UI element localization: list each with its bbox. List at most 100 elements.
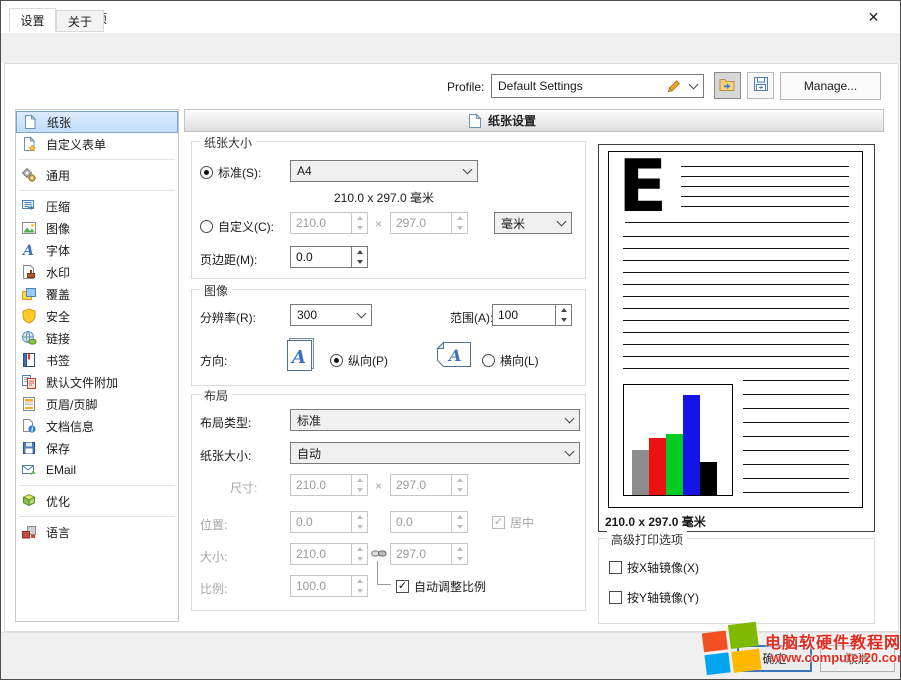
profile-combo[interactable]: Default Settings [491,74,704,98]
sidebar-separator [19,485,175,486]
layout-type-combo[interactable]: 标准 [290,409,580,431]
cancel-button[interactable]: 取消 [820,645,895,672]
file-attach-icon [21,374,37,390]
section-header-title: 纸张设置 [488,112,536,129]
mirror-x-checkbox[interactable]: 按X轴镜像(X) [609,559,699,576]
close-button[interactable]: ✕ [846,1,901,33]
spinner [351,213,367,233]
ok-button[interactable]: 确定 [737,645,812,672]
preview-dimensions-label: 210.0 x 297.0 毫米 [605,513,706,530]
close-icon: ✕ [868,9,880,26]
scale-label: 比例: [200,580,227,597]
sidebar-item-image[interactable]: 图像 [16,217,178,239]
sidebar-item-save[interactable]: 保存 [16,437,178,459]
folder-open-icon [719,77,736,95]
preview-page: E [608,151,863,508]
custom-width-input [291,213,351,233]
size-label: 尺寸: [230,479,257,496]
spinner[interactable] [555,305,571,325]
auto-scale-checkbox[interactable]: 自动调整比例 [396,578,486,595]
svg-text:A: A [21,243,34,258]
size-height-field [390,474,468,496]
load-profile-button[interactable] [714,72,741,99]
advanced-group-title: 高级打印选项 [607,531,687,548]
scale-input [291,576,351,596]
svg-text:A: A [447,346,461,365]
position-x-input [291,512,351,532]
standard-radio[interactable]: 标准(S): [200,164,261,181]
times-sign: × [375,217,382,231]
overlay-icon [21,286,37,302]
save-profile-button[interactable] [747,72,774,99]
sidebar-item-paper[interactable]: 纸张 [16,111,178,133]
chevron-down-icon [557,217,567,227]
sidebar-item-doc-info[interactable]: i 文档信息 [16,415,178,437]
chevron-down-icon [357,309,367,319]
chevron-down-icon [565,414,575,424]
optimize-icon [21,493,37,509]
spinner [351,576,367,596]
spinner [451,544,467,564]
advanced-print-options-group: 高级打印选项 按X轴镜像(X) 按Y轴镜像(Y) [598,538,875,624]
chart-bar-black [700,462,717,495]
margin-field[interactable] [290,246,368,268]
image-group-title: 图像 [200,282,232,299]
center-checkbox: 居中 [492,514,534,531]
title-bar: 打印首选项 ✕ [1,1,901,33]
unit-combo[interactable]: 毫米 [494,212,572,234]
custom-height-input [391,213,451,233]
sidebar-item-compression[interactable]: 压缩 [16,195,178,217]
layout-paper-size-combo[interactable]: 自动 [290,442,580,464]
tab-settings[interactable]: 设置 [9,8,56,32]
radio-icon [200,166,213,179]
radio-icon [330,354,343,367]
resolution-combo[interactable]: 300 [290,304,372,326]
dimension-height-field [390,543,468,565]
times-sign: × [375,479,382,493]
sidebar-item-watermark[interactable]: 水印 [16,261,178,283]
sidebar-item-link[interactable]: 链接 [16,327,178,349]
spinner[interactable] [351,247,367,267]
sidebar-item-overlay[interactable]: 覆盖 [16,283,178,305]
chevron-down-icon [689,80,699,90]
custom-radio[interactable]: 自定义(C): [200,218,274,235]
sidebar-item-optimize[interactable]: 优化 [16,490,178,512]
sidebar-item-default-file-attach[interactable]: 默认文件附加 [16,371,178,393]
sidebar-separator [19,159,175,160]
standard-dimensions-text: 210.0 x 297.0 毫米 [290,189,478,206]
paper-size-group-title: 纸张大小 [200,134,256,151]
chevron-down-icon [565,447,575,457]
sidebar-item-email[interactable]: EMail [16,459,178,481]
portrait-radio[interactable]: 纵向(P) [330,352,388,369]
layout-paper-size-label: 纸张大小: [200,447,251,464]
area-field[interactable] [492,304,572,326]
mirror-y-checkbox[interactable]: 按Y轴镜像(Y) [609,589,699,606]
size-height-input [391,475,451,495]
sidebar-item-general[interactable]: 通用 [16,164,178,186]
sidebar-item-font[interactable]: A 字体 [16,239,178,261]
print-preferences-dialog: 打印首选项 ✕ 设置 关于 Profile: Default Settings … [0,0,901,680]
tab-about[interactable]: 关于 [56,10,104,32]
landscape-radio[interactable]: 横向(L) [482,352,539,369]
area-input[interactable] [493,305,555,325]
preview-chart [623,384,733,496]
sidebar-item-language[interactable]: 语言 [16,521,178,543]
portrait-icon: A [285,336,317,375]
standard-size-combo[interactable]: A4 [290,160,478,182]
margin-input[interactable] [291,247,351,267]
doc-info-icon: i [21,418,37,434]
margin-label: 页边距(M): [200,251,257,268]
section-header: 纸张设置 [184,109,884,132]
position-y-input [391,512,451,532]
profile-label: Profile: [447,80,484,94]
sidebar-item-custom-form[interactable]: 自定义表单 [16,133,178,155]
sidebar-item-bookmark[interactable]: 书签 [16,349,178,371]
bookmark-icon [21,352,37,368]
email-icon [21,462,37,478]
spinner [351,475,367,495]
sidebar-item-header-footer[interactable]: 页眉/页脚 [16,393,178,415]
image-icon [21,220,37,236]
manage-button[interactable]: Manage... [780,72,881,100]
dimension-width-field [290,543,368,565]
sidebar-item-security[interactable]: 安全 [16,305,178,327]
